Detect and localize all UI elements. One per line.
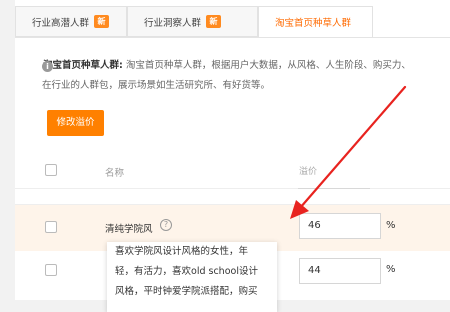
arrow-shaft: [298, 85, 407, 210]
arrow-head: [290, 200, 309, 219]
red-arrow-annotation: [290, 85, 407, 219]
